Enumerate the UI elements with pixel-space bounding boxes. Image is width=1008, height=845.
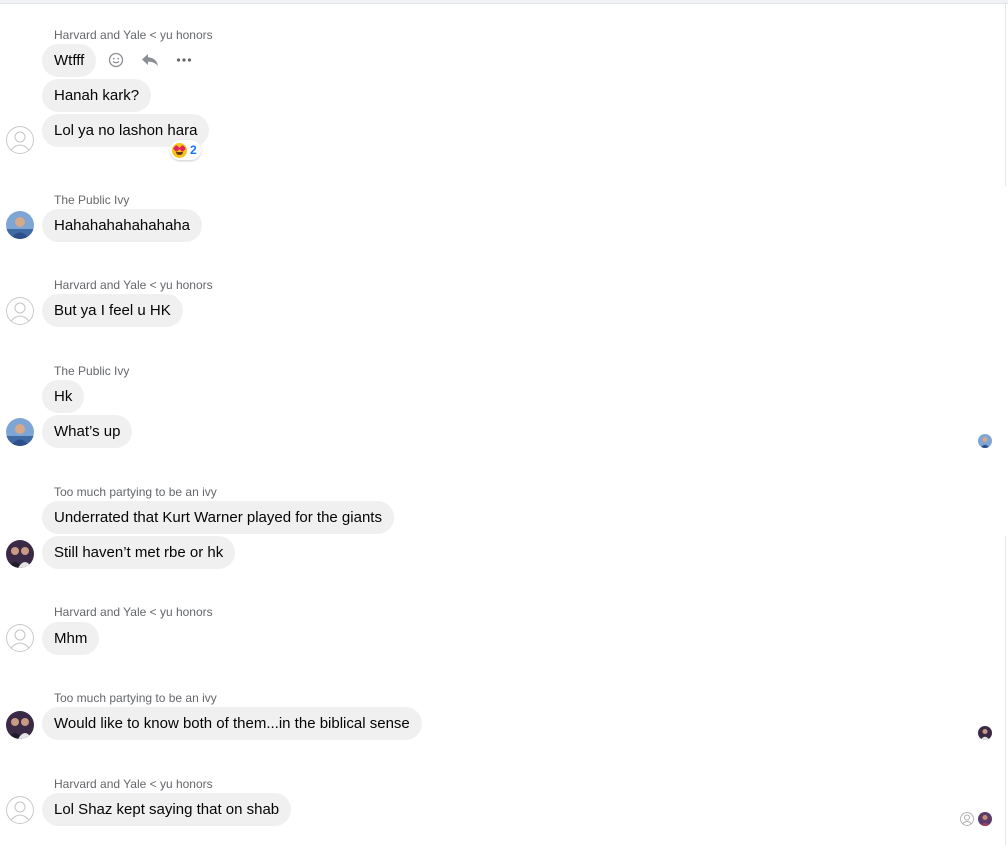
message-bubble[interactable]: Would like to know both of them...in the…: [42, 707, 422, 740]
message-bubble[interactable]: Mhm: [42, 622, 100, 655]
sender-name: Harvard and Yale < yu honors: [54, 777, 213, 791]
sender-name: Harvard and Yale < yu honors: [54, 605, 213, 619]
reaction-badge[interactable]: 2: [170, 140, 201, 160]
sender-name: The Public Ivy: [54, 364, 130, 378]
avatar-default[interactable]: [6, 624, 34, 652]
avatar-photo[interactable]: [6, 211, 34, 239]
message-bubble[interactable]: Hanah kark?: [42, 79, 152, 112]
message-bubble[interactable]: Underrated that Kurt Warner played for t…: [42, 501, 394, 534]
read-receipt-avatar: [978, 812, 992, 826]
avatar-default[interactable]: [6, 796, 34, 824]
avatar-default[interactable]: [6, 297, 34, 325]
read-receipt-avatar: [960, 812, 974, 826]
sender-name: Harvard and Yale < yu honors: [54, 28, 213, 42]
message-bubble[interactable]: Wtfff: [42, 44, 97, 77]
message-bubble[interactable]: But ya I feel u HK: [42, 294, 183, 327]
reply-arrow-icon[interactable]: [140, 50, 160, 70]
message-bubble[interactable]: Hahahahahahahaha: [42, 209, 202, 242]
avatar-default[interactable]: [6, 126, 34, 154]
avatar-photo[interactable]: [6, 418, 34, 446]
read-receipt-avatar: [978, 434, 992, 448]
sender-name: Harvard and Yale < yu honors: [54, 278, 213, 292]
more-dots-icon[interactable]: [174, 50, 194, 70]
top-divider: [0, 0, 1008, 4]
reaction-count: 2: [190, 143, 197, 157]
heart-eyes-emoji-icon: [172, 142, 187, 158]
message-actions: [106, 50, 194, 70]
message-bubble[interactable]: Still haven’t met rbe or hk: [42, 536, 236, 569]
message-bubble[interactable]: Lol Shaz kept saying that on shab: [42, 793, 292, 826]
message-bubble[interactable]: What’s up: [42, 415, 133, 448]
avatar-photo[interactable]: [6, 711, 34, 739]
sender-name: The Public Ivy: [54, 193, 130, 207]
emoji-smile-icon[interactable]: [106, 50, 126, 70]
read-receipt-avatar: [978, 726, 992, 740]
sender-name: Too much partying to be an ivy: [54, 485, 217, 499]
message-bubble[interactable]: Hk: [42, 380, 85, 413]
avatar-photo[interactable]: [6, 540, 34, 568]
sender-name: Too much partying to be an ivy: [54, 691, 217, 705]
